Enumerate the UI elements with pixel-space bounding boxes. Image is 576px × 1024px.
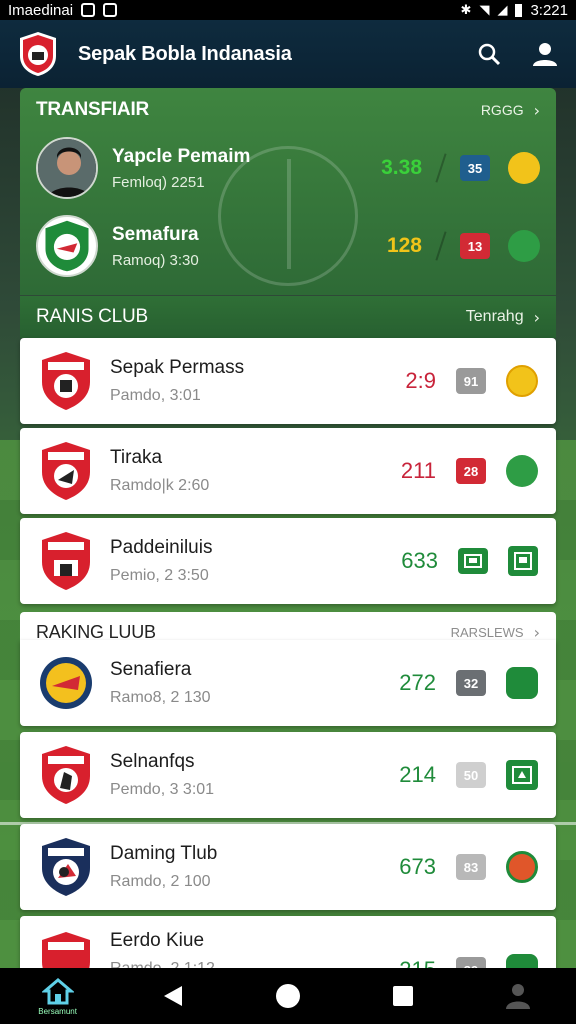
club-badge-icon	[508, 546, 538, 576]
club-badge-icon	[506, 851, 538, 883]
player-name: Yapcle Pemaim	[112, 145, 251, 167]
ranks-club-header: RANIS CLUB Tenrahg ›	[20, 296, 556, 338]
player-avatar	[36, 137, 98, 199]
transfer-row[interactable]: Yapcle Pemaim Femloq) 2251 3.38 35	[36, 132, 540, 204]
club-badge-icon	[508, 152, 540, 184]
bluetooth-icon: ✱	[460, 2, 472, 18]
club-crest-icon	[36, 215, 98, 277]
club-badge-icon	[508, 230, 540, 262]
signal-icon: ◢	[497, 2, 508, 18]
club-name: Eerdo Kiue	[110, 930, 205, 951]
club-name: Daming Tlub	[110, 843, 218, 864]
club-card[interactable]: Senafiera Ramo8, 2 130 272 32	[20, 640, 556, 726]
home-icon	[41, 977, 74, 1004]
back-icon	[163, 986, 182, 1006]
stat-chip: 50	[456, 762, 486, 788]
stat-chip: 13	[460, 233, 490, 259]
club-card[interactable]: Selnanfqs Pemdo, 3 3:01 214 50	[20, 732, 556, 818]
link-label: RGGG	[480, 102, 524, 118]
club-score: 633	[401, 548, 438, 573]
divider	[435, 153, 447, 183]
ranks-club-link[interactable]: Tenrahg ›	[466, 308, 540, 327]
section-title: TRANSFIAIR	[36, 99, 150, 120]
club-subtitle: Ramoq) 3:30	[112, 251, 199, 269]
stat-chip: 91	[456, 368, 486, 394]
club-name: Sepak Permass	[110, 357, 245, 378]
transfer-row[interactable]: Semafura Ramoq) 3:30 128 13	[36, 210, 540, 282]
club-badge-icon	[506, 760, 538, 790]
club-subtitle: Pamdo, 3:01	[110, 387, 201, 404]
transfer-value: 128	[386, 234, 422, 257]
divider	[435, 231, 447, 261]
wifi-icon: ◥	[479, 2, 490, 18]
recents-icon	[393, 986, 414, 1006]
bottom-nav: Bersamunt	[0, 968, 576, 1024]
club-score: 211	[400, 458, 436, 483]
nav-home-button[interactable]	[258, 971, 318, 1021]
club-card[interactable]: Sepak Permass Pamdo, 3:01 2:9 91	[20, 338, 556, 424]
club-subtitle: Pemio, 2 3:50	[110, 567, 209, 584]
player-subtitle: Femloq) 2251	[112, 173, 205, 191]
club-score: 673	[399, 854, 436, 879]
club-subtitle: Ramdo, 2 100	[110, 873, 211, 890]
club-badge-icon	[506, 365, 538, 397]
status-bar: Imaedinai ✱ ◥ ◢ 3:221	[0, 0, 576, 20]
carrier-label: Imaedinai	[8, 1, 74, 19]
transfer-section: TRANSFIAIR RGGG › Yapcle Pemaim Femloq) …	[20, 88, 556, 295]
profile-icon	[506, 984, 531, 1009]
club-subtitle: Ramo8, 2 130	[110, 689, 211, 706]
stat-chip: 28	[456, 458, 486, 484]
app-bar: Sepak Bobla Indanasia	[0, 20, 576, 88]
chevron-right-icon: ›	[533, 307, 540, 327]
clock: 3:221	[530, 1, 568, 19]
club-subtitle: Ramdo|k 2:60	[110, 477, 210, 494]
club-name: Paddeiniluis	[110, 537, 213, 558]
club-name: Selnanfqs	[110, 751, 195, 772]
chevron-right-icon: ›	[533, 100, 540, 120]
stat-chip: 32	[456, 670, 486, 696]
club-name: Senafiera	[110, 659, 192, 680]
club-card[interactable]: Daming Tlub Ramdo, 2 100 673 83	[20, 824, 556, 910]
club-crest-icon	[40, 657, 92, 709]
club-card[interactable]: Paddeiniluis Pemio, 2 3:50 633	[20, 518, 556, 604]
club-score: 2:9	[405, 368, 436, 393]
club-score: 214	[399, 762, 436, 787]
transfer-value: 3.38	[381, 156, 422, 179]
stat-chip: 83	[456, 854, 486, 880]
club-card[interactable]: Tiraka Ramdo|k 2:60 211 28	[20, 428, 556, 514]
battery-icon	[515, 3, 523, 17]
club-subtitle: Pemdo, 3 3:01	[110, 781, 215, 798]
club-name: Tiraka	[110, 447, 163, 468]
link-label: RARSLEWS	[450, 624, 524, 640]
club-badge-icon	[506, 667, 538, 699]
nav-home-label: Bersamunt	[38, 1006, 77, 1016]
app-logo-icon	[20, 32, 56, 76]
club-score: 272	[399, 670, 436, 695]
notification-icon	[81, 3, 96, 17]
club-crest-icon	[42, 746, 90, 804]
home-circle-icon	[275, 984, 300, 1008]
club-crest-icon	[42, 838, 90, 896]
nav-home[interactable]: Bersamunt	[28, 971, 88, 1021]
stat-chip: 35	[460, 155, 490, 181]
link-label: Tenrahg	[465, 308, 524, 325]
ranking-club-link[interactable]: RARSLEWS ›	[451, 623, 540, 642]
transfer-see-all-link[interactable]: RGGG ›	[481, 101, 540, 120]
account-icon[interactable]	[530, 39, 560, 69]
club-badge-icon	[506, 455, 538, 487]
club-crest-icon	[42, 532, 90, 590]
club-crest-icon	[42, 442, 90, 500]
chevron-right-icon: ›	[533, 622, 540, 642]
club-crest-icon	[42, 352, 90, 410]
nav-profile-button[interactable]	[488, 971, 548, 1021]
nav-recents-button[interactable]	[373, 971, 433, 1021]
app-title: Sepak Bobla Indanasia	[78, 42, 292, 65]
stat-chip-icon	[458, 548, 488, 574]
section-title: RANIS CLUB	[36, 306, 149, 327]
club-name: Semafura	[112, 223, 199, 245]
nav-back-button[interactable]	[143, 971, 203, 1021]
notification-icon	[103, 3, 118, 17]
search-icon[interactable]	[474, 39, 504, 69]
